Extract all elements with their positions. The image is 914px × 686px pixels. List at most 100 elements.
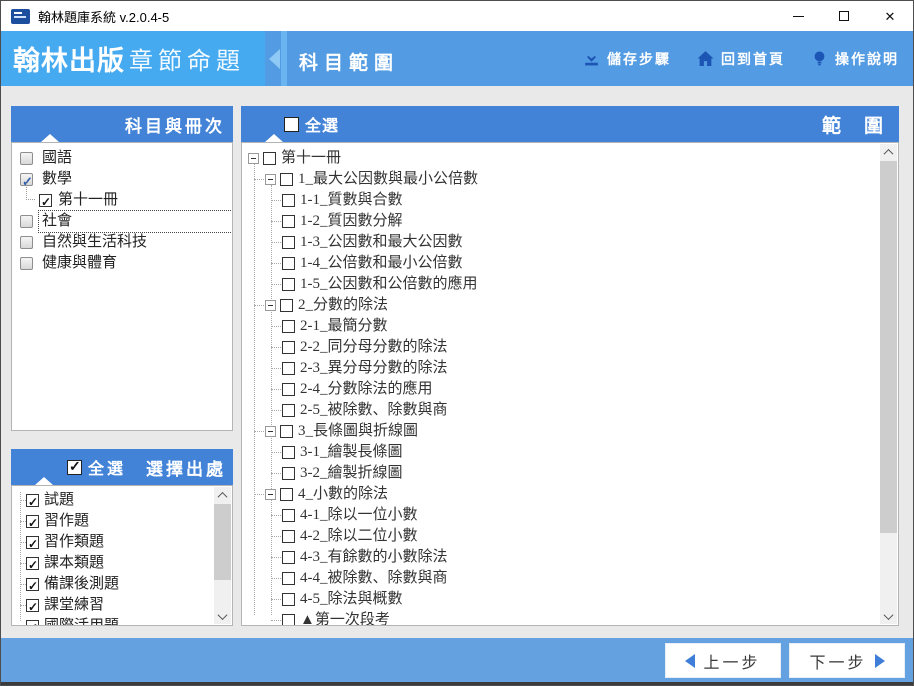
save-steps-button[interactable]: 儲存步驟 <box>583 49 671 69</box>
tree-node[interactable]: 4-4_被除數、除數與商 <box>242 568 898 589</box>
tree-node[interactable]: ▲第一次段考 <box>242 610 898 625</box>
tree-node[interactable]: 1-5_公因數和公倍數的應用 <box>242 274 898 295</box>
checkbox[interactable] <box>282 257 295 270</box>
checkbox[interactable] <box>280 425 293 438</box>
subject-item[interactable]: 健康與體育 <box>12 253 232 274</box>
tree-node[interactable]: 2-3_異分母分數的除法 <box>242 358 898 379</box>
tree-node[interactable]: 3_長條圖與折線圖 <box>242 421 898 442</box>
tree-node[interactable]: 1-1_質數與合數 <box>242 190 898 211</box>
tree-node[interactable]: 2-4_分數除法的應用 <box>242 379 898 400</box>
minimize-button[interactable] <box>775 1 821 31</box>
checkbox[interactable] <box>263 152 276 165</box>
collapse-expander-icon[interactable] <box>265 489 276 500</box>
checkbox[interactable] <box>280 488 293 501</box>
scroll-up-button[interactable] <box>880 144 897 160</box>
tree-node[interactable]: 4-3_有餘數的小數除法 <box>242 547 898 568</box>
checkbox[interactable] <box>26 492 39 513</box>
checkbox[interactable] <box>282 278 295 291</box>
tree-node[interactable]: 1-3_公因數和最大公因數 <box>242 232 898 253</box>
subject-label: 社會 <box>38 210 232 233</box>
checkbox[interactable] <box>282 341 295 354</box>
title-bar[interactable]: 翰林題庫系統 v.2.0.4-5 ✕ <box>1 1 913 31</box>
tree-node[interactable]: 2-1_最簡分數 <box>242 316 898 337</box>
subject-item[interactable]: 第十一冊 <box>12 181 232 213</box>
tree-node[interactable]: 2_分數的除法 <box>242 295 898 316</box>
subject-item[interactable]: 數學 <box>12 169 232 192</box>
tree-node[interactable]: 4-2_除以二位小數 <box>242 526 898 547</box>
checkbox[interactable] <box>20 152 33 165</box>
tree-node[interactable]: 2-5_被除數、除數與商 <box>242 400 898 421</box>
checkbox[interactable] <box>282 236 295 249</box>
source-item[interactable]: 習作題 <box>12 511 232 534</box>
scroll-down-button[interactable] <box>880 608 897 624</box>
scroll-thumb[interactable] <box>214 504 231 580</box>
scroll-up-button[interactable] <box>214 487 231 503</box>
checkbox[interactable] <box>26 576 39 597</box>
subject-item[interactable]: 自然與生活科技 <box>12 232 232 253</box>
collapse-expander-icon[interactable] <box>265 174 276 185</box>
tree-node[interactable]: 4-1_除以一位小數 <box>242 505 898 526</box>
source-item[interactable]: 習作類題 <box>12 532 232 555</box>
subject-item[interactable]: 國語 <box>12 148 232 169</box>
next-step-button[interactable]: 下一步 <box>789 643 905 678</box>
chevron-up-icon <box>217 491 228 502</box>
tree-node[interactable]: 2-2_同分母分數的除法 <box>242 337 898 358</box>
tree-node[interactable]: 第十一冊 <box>242 148 898 169</box>
tree-node[interactable]: 1-4_公倍數和最小公倍數 <box>242 253 898 274</box>
sources-select-all-checkbox[interactable] <box>67 458 82 475</box>
scroll-down-button[interactable] <box>214 608 231 624</box>
checkbox[interactable] <box>26 534 39 555</box>
checkbox[interactable] <box>282 593 295 606</box>
maximize-button[interactable] <box>821 1 867 31</box>
source-item[interactable]: 課堂練習 <box>12 595 232 618</box>
checkbox[interactable] <box>282 467 295 480</box>
checkbox[interactable] <box>282 509 295 522</box>
checkbox[interactable] <box>282 404 295 417</box>
checkbox[interactable] <box>26 618 39 625</box>
checkbox[interactable] <box>282 614 295 625</box>
collapse-expander-icon[interactable] <box>265 300 276 311</box>
tree-node-label: 4-3_有餘數的小數除法 <box>300 549 448 565</box>
tree-node[interactable]: 3-2_繪製折線圖 <box>242 463 898 484</box>
close-button[interactable]: ✕ <box>867 1 913 31</box>
tree-scrollbar[interactable] <box>880 144 897 624</box>
source-item[interactable]: 備課後測題 <box>12 574 232 597</box>
checkbox[interactable] <box>282 362 295 375</box>
checkbox[interactable] <box>282 215 295 228</box>
checkbox[interactable] <box>20 257 33 270</box>
subject-item[interactable]: 社會 <box>12 210 232 233</box>
source-item[interactable]: 國際活用題 <box>12 616 232 625</box>
checkbox[interactable] <box>282 320 295 333</box>
previous-step-button[interactable]: 上一步 <box>665 643 781 678</box>
checkbox[interactable] <box>282 551 295 564</box>
checkbox[interactable] <box>282 572 295 585</box>
checkbox[interactable] <box>282 383 295 396</box>
checkbox[interactable] <box>39 192 52 213</box>
checkbox[interactable] <box>26 597 39 618</box>
checkbox[interactable] <box>282 446 295 459</box>
checkbox[interactable] <box>280 173 293 186</box>
checkbox[interactable] <box>26 555 39 576</box>
collapse-expander-icon[interactable] <box>265 426 276 437</box>
sources-scrollbar[interactable] <box>214 487 231 624</box>
checkbox[interactable] <box>20 215 33 228</box>
tree-node[interactable]: 1_最大公因數與最小公倍數 <box>242 169 898 190</box>
tree-node[interactable]: 1-2_質因數分解 <box>242 211 898 232</box>
checkbox[interactable] <box>26 513 39 534</box>
source-item[interactable]: 試題 <box>12 490 232 513</box>
checkbox[interactable] <box>20 236 33 249</box>
tree-node[interactable]: 4-5_除法與概數 <box>242 589 898 610</box>
checkbox[interactable] <box>282 530 295 543</box>
collapse-expander-icon[interactable] <box>248 153 259 164</box>
scroll-thumb[interactable] <box>880 161 897 533</box>
source-item[interactable]: 課本類題 <box>12 553 232 576</box>
checkbox[interactable] <box>280 299 293 312</box>
help-button[interactable]: 操作說明 <box>811 49 899 69</box>
tree-node[interactable]: 3-1_繪製長條圖 <box>242 442 898 463</box>
checkbox[interactable] <box>282 194 295 207</box>
tree-node[interactable]: 4_小數的除法 <box>242 484 898 505</box>
panel-notch <box>265 134 283 142</box>
scope-select-all-checkbox[interactable] <box>284 116 299 132</box>
chapter-tree: 第十一冊 1_最大公因數與最小公倍數 1-1_質數與合數 1-2_質因數分解 1-3_公… <box>241 142 899 626</box>
home-button[interactable]: 回到首頁 <box>697 49 785 69</box>
